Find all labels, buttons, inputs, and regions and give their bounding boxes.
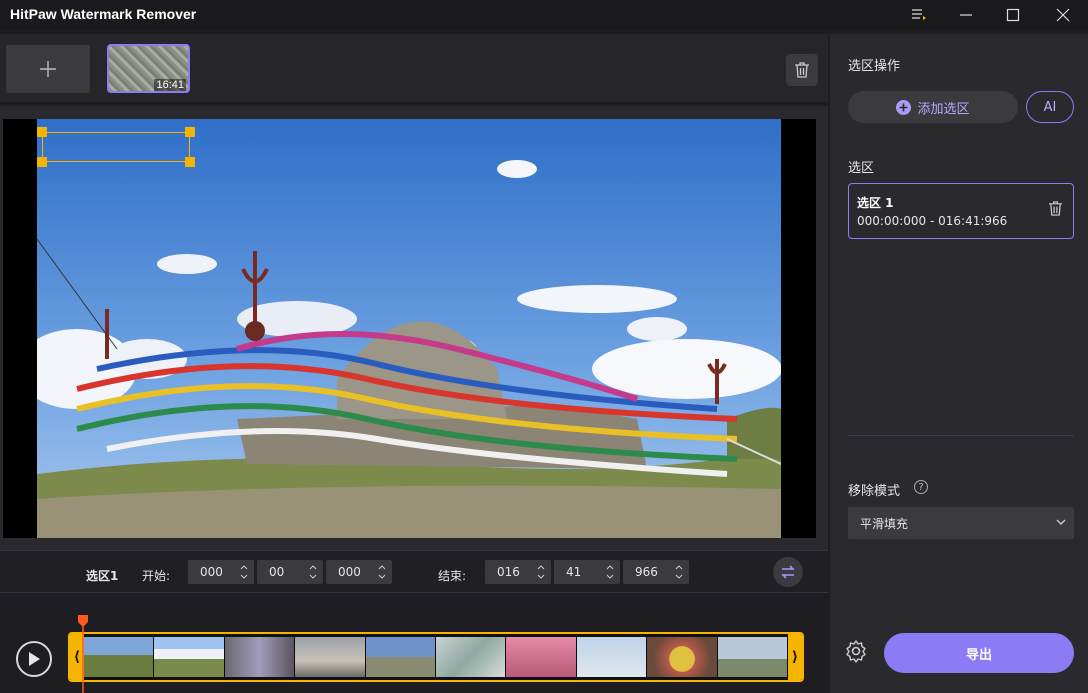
removal-mode-title: 移除模式 [848, 484, 901, 499]
frame-thumbnail [224, 637, 296, 677]
add-region-button[interactable]: 添加选区 [848, 91, 1018, 123]
frame-thumbnail [295, 637, 366, 677]
region-ops-title: 选区操作 [848, 59, 901, 74]
end-ms-input[interactable]: 966 [623, 560, 689, 584]
export-button[interactable]: 导出 [884, 633, 1074, 673]
frame-thumbnail [647, 637, 718, 677]
frame-thumbnail [84, 637, 155, 677]
preview-area [0, 106, 828, 550]
playhead[interactable] [78, 615, 88, 693]
watermark-selection-box[interactable] [37, 127, 195, 167]
selection-handle[interactable] [37, 157, 47, 167]
removal-mode-value: 平滑填充 [860, 517, 909, 531]
frame-thumbnail [717, 637, 789, 677]
end-hours-input[interactable]: 016 [485, 560, 551, 584]
region-item[interactable]: 选区 1 000:00:000 - 016:41:966 [848, 183, 1074, 239]
end-minutes-input[interactable]: 41 [554, 560, 620, 584]
minimize-icon[interactable] [943, 0, 989, 30]
removal-mode-select[interactable]: 平滑填充 [848, 507, 1074, 539]
sidebar: 选区操作 添加选区 AI 选区 选区 1 000:00:000 - 016:41… [830, 34, 1088, 693]
start-ms-input[interactable]: 000 [326, 560, 392, 584]
play-icon [29, 652, 40, 666]
region-name: 选区 1 [857, 196, 894, 210]
region-time-range: 000:00:000 - 016:41:966 [857, 214, 1008, 228]
frame-thumbnail [576, 637, 648, 677]
trash-icon [1048, 201, 1063, 216]
add-circle-icon [896, 99, 912, 115]
selection-handle[interactable] [185, 127, 195, 137]
video-frame [37, 119, 781, 538]
swap-button[interactable] [773, 557, 803, 587]
thumbnail-duration: 16:41 [154, 79, 186, 91]
app-title: HitPaw Watermark Remover [10, 6, 197, 22]
timeline: ⟨ ⟩ [0, 592, 828, 693]
selection-handle[interactable] [185, 157, 195, 167]
region-time-controls: 选区1 开始: 000 00 000 结束: 016 41 966 [0, 550, 828, 592]
chevron-down-icon [1056, 519, 1066, 525]
timeline-strip[interactable]: ⟨ ⟩ [68, 632, 804, 682]
swap-icon [781, 565, 795, 579]
help-icon[interactable]: ? [914, 480, 928, 494]
trash-icon [795, 62, 809, 78]
start-label: 开始: [142, 569, 171, 583]
media-bar: 16:41 [0, 34, 828, 102]
regions-title: 选区 [848, 161, 875, 176]
maximize-icon[interactable] [990, 0, 1036, 30]
media-thumbnail[interactable]: 16:41 [107, 44, 190, 93]
delete-region-button[interactable] [1048, 200, 1063, 221]
settings-gear-icon[interactable] [844, 639, 868, 663]
frame-thumbnail [506, 637, 577, 677]
end-label: 结束: [438, 569, 467, 583]
menu-icon[interactable] [896, 0, 942, 30]
close-icon[interactable] [1040, 0, 1086, 30]
video-preview[interactable] [3, 119, 816, 538]
region-label: 选区1 [86, 569, 119, 583]
add-region-label: 添加选区 [917, 101, 970, 117]
start-minutes-input[interactable]: 00 [257, 560, 323, 584]
frame-thumbnails [84, 637, 789, 677]
start-hours-input[interactable]: 000 [188, 560, 254, 584]
add-media-button[interactable] [6, 45, 90, 93]
title-bar: HitPaw Watermark Remover [0, 0, 1088, 30]
plus-icon [40, 61, 56, 77]
frame-thumbnail [154, 637, 225, 677]
frame-thumbnail [365, 637, 437, 677]
trim-handle-right[interactable]: ⟩ [788, 634, 802, 680]
play-button[interactable] [16, 641, 52, 677]
divider [848, 435, 1074, 436]
ai-button[interactable]: AI [1026, 91, 1074, 123]
frame-thumbnail [436, 637, 507, 677]
delete-media-button[interactable] [786, 54, 818, 86]
selection-handle[interactable] [37, 127, 47, 137]
